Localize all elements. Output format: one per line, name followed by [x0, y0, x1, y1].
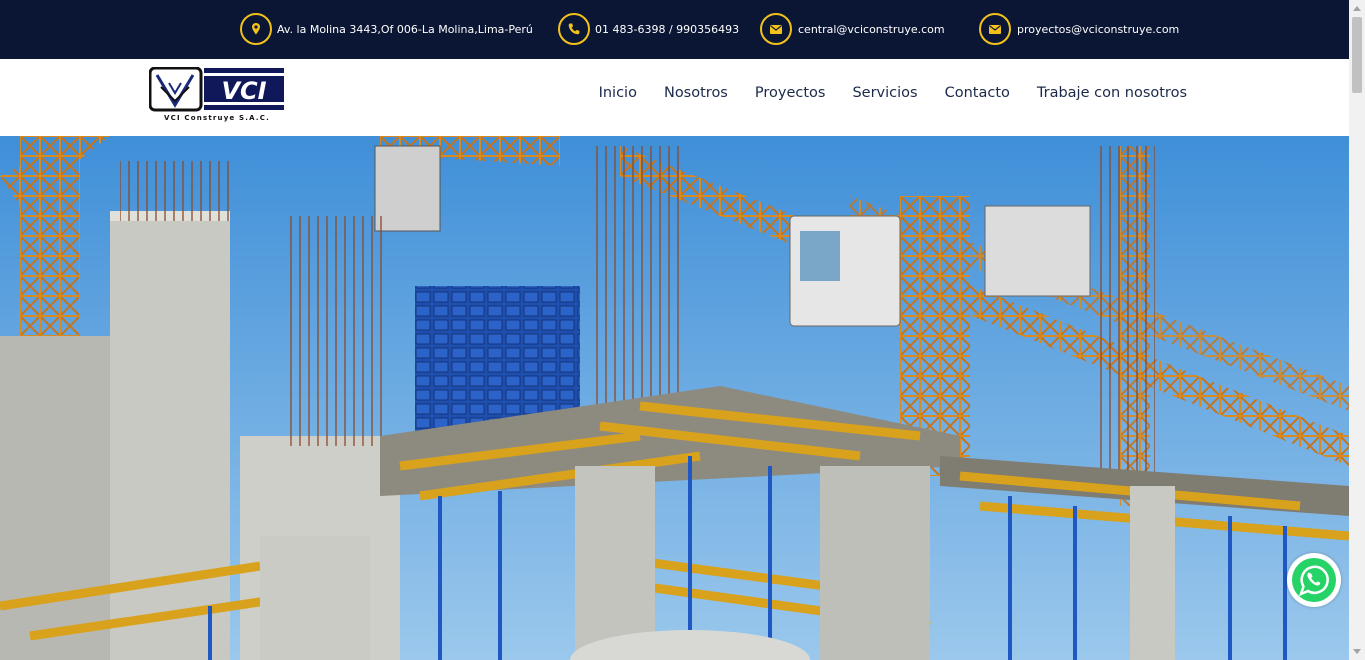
- nav-trabaje-con-nosotros[interactable]: Trabaje con nosotros: [1037, 85, 1187, 101]
- nav-inicio[interactable]: Inicio: [599, 85, 637, 101]
- nav-contacto[interactable]: Contacto: [945, 85, 1010, 101]
- email-central-link[interactable]: central@vciconstruye.com: [798, 23, 945, 36]
- scroll-down-arrow-icon[interactable]: [1349, 644, 1365, 660]
- envelope-icon: [979, 13, 1011, 45]
- scroll-up-arrow-icon[interactable]: [1349, 0, 1365, 16]
- email-projects-info: proyectos@vciconstruye.com: [979, 13, 1179, 45]
- whatsapp-button[interactable]: [1287, 553, 1341, 607]
- phone-icon: [558, 13, 590, 45]
- scroll-thumb[interactable]: [1352, 17, 1362, 93]
- address-info: Av. la Molina 3443,Of 006-La Molina,Lima…: [240, 13, 533, 45]
- address-text: Av. la Molina 3443,Of 006-La Molina,Lima…: [277, 22, 533, 36]
- map-marker-icon: [240, 13, 272, 45]
- email-central-info: central@vciconstruye.com: [760, 13, 945, 45]
- phone-text: 01 483-6398 / 990356493: [595, 22, 740, 36]
- main-nav: Inicio Nosotros Proyectos Servicios Cont…: [572, 85, 1187, 101]
- whatsapp-icon: [1292, 558, 1336, 602]
- nav-nosotros[interactable]: Nosotros: [664, 85, 728, 101]
- main-header: VCI VCI Construye S.A.C. Inicio Nosotros…: [0, 59, 1349, 136]
- logo-mark: VCI: [221, 77, 266, 105]
- hero-construction-image: [0, 136, 1349, 660]
- company-logo[interactable]: VCI VCI Construye S.A.C.: [148, 66, 285, 123]
- nav-servicios[interactable]: Servicios: [852, 85, 917, 101]
- nav-proyectos[interactable]: Proyectos: [755, 85, 826, 101]
- logo-tagline: VCI Construye S.A.C.: [164, 114, 270, 122]
- phone-info: 01 483-6398 / 990356493: [558, 13, 739, 45]
- page-scrollbar[interactable]: [1349, 0, 1365, 660]
- top-info-bar: Av. la Molina 3443,Of 006-La Molina,Lima…: [0, 0, 1349, 59]
- email-projects-link[interactable]: proyectos@vciconstruye.com: [1017, 23, 1179, 36]
- envelope-icon: [760, 13, 792, 45]
